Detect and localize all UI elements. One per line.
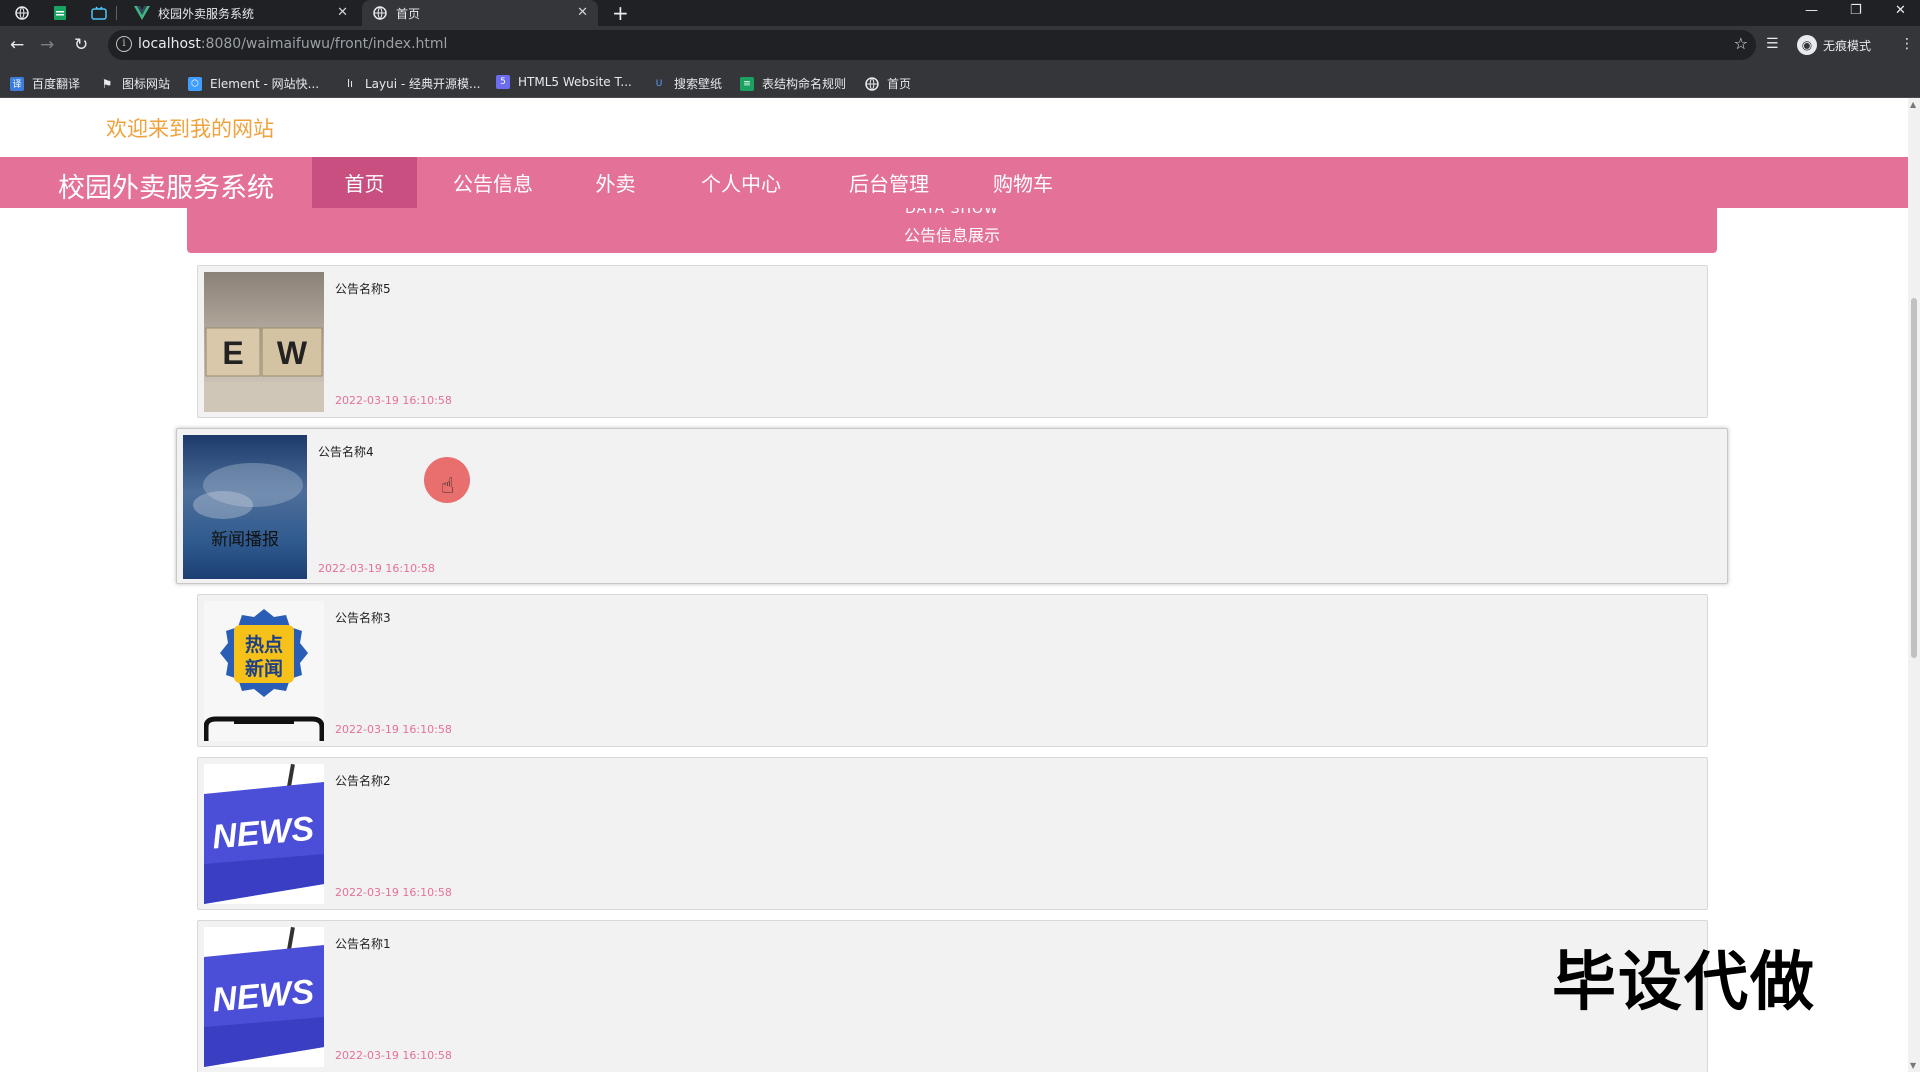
bookmark-icon-site[interactable]: ⚑ 图标网站 — [100, 75, 170, 92]
notice-title[interactable]: 公告名称3 — [335, 609, 391, 626]
back-arrow-icon[interactable]: ← — [10, 35, 24, 55]
globe-icon — [372, 5, 388, 21]
tab-title: 校园外卖服务系统 — [158, 6, 255, 21]
more-menu-icon[interactable]: ⋮ — [1900, 36, 1914, 52]
close-icon[interactable]: ✕ — [337, 5, 348, 20]
nav-cart[interactable]: 购物车 — [978, 157, 1068, 208]
bookmark-home[interactable]: 首页 — [865, 75, 911, 92]
new-tab-button[interactable]: + — [612, 1, 629, 25]
nav-takeout[interactable]: 外卖 — [573, 157, 658, 208]
translate-icon: 译 — [10, 76, 24, 91]
welcome-text: 欢迎来到我的网站 — [106, 117, 274, 141]
site-brand[interactable]: 校园外卖服务系统 — [58, 166, 274, 205]
nav-personal-center[interactable]: 个人中心 — [686, 157, 796, 208]
scrollbar-thumb[interactable] — [1911, 298, 1917, 658]
bookmark-label: HTML5 Website T... — [518, 75, 632, 89]
flag-icon: ⚑ — [101, 76, 113, 91]
section-title-cn: 公告信息展示 — [903, 226, 1000, 245]
bookmark-label: Element - 网站快... — [210, 77, 320, 91]
scroll-down-arrow-icon[interactable]: ▼ — [1910, 1061, 1916, 1070]
notice-title[interactable]: 公告名称1 — [335, 935, 391, 952]
incognito-label: 无痕模式 — [1823, 38, 1872, 53]
svg-text:新闻: 新闻 — [245, 657, 283, 680]
bookmark-label: 表结构命名规则 — [762, 77, 847, 91]
browser-address-bar: ← → ↻ i localhost:8080/waimaifuwu/front/… — [0, 26, 1920, 68]
main-navbar: 校园外卖服务系统 首页 公告信息 外卖 个人中心 后台管理 购物车 — [0, 157, 1908, 208]
forward-arrow-icon[interactable]: → — [40, 35, 54, 55]
bilibili-icon[interactable] — [90, 4, 108, 22]
window-close-icon[interactable]: ✕ — [1895, 0, 1906, 20]
bookmark-html5[interactable]: 5 HTML5 Website T... — [496, 75, 632, 89]
page-viewport: 欢迎来到我的网站 校园外卖服务系统 首页 公告信息 外卖 个人中心 后台管理 购… — [0, 98, 1908, 1072]
bookmark-wallpaper[interactable]: U 搜索壁纸 — [652, 75, 722, 92]
restore-icon[interactable]: ❐ — [1850, 0, 1862, 20]
hand-cursor-icon: ☝ — [441, 474, 455, 499]
minimize-icon[interactable]: — — [1805, 0, 1818, 20]
bookmark-baidu-translate[interactable]: 译 百度翻译 — [10, 75, 80, 92]
close-icon[interactable]: ✕ — [577, 5, 588, 20]
bookmark-layui[interactable]: lı Layui - 经典开源模... — [343, 75, 481, 92]
notice-date: 2022-03-19 16:10:58 — [335, 723, 452, 736]
bookmark-table-naming[interactable]: ≡ 表结构命名规则 — [740, 75, 846, 92]
element-icon: ⬡ — [188, 76, 202, 91]
vue-icon — [134, 5, 150, 21]
bookmarks-bar: 译 百度翻译 ⚑ 图标网站 ⬡ Element - 网站快... lı Layu… — [0, 68, 1920, 98]
bookmark-label: 百度翻译 — [32, 77, 81, 91]
notice-image: NEWS — [204, 927, 324, 1067]
tab-separator — [116, 6, 117, 20]
notice-card[interactable]: 新闻播报 公告名称4 2022-03-19 16:10:58 — [176, 428, 1728, 584]
notice-image: NEWS — [204, 764, 324, 904]
bookmark-label: 搜索壁纸 — [674, 77, 723, 91]
tab-title: 首页 — [396, 6, 421, 21]
incognito-indicator[interactable]: ◉ 无痕模式 — [1797, 35, 1871, 55]
nav-notices[interactable]: 公告信息 — [438, 157, 548, 208]
section-title-en: DATA SHOW — [905, 208, 999, 217]
svg-text:W: W — [277, 335, 308, 371]
wallpaper-icon: U — [655, 78, 663, 89]
notice-date: 2022-03-19 16:10:58 — [335, 1049, 452, 1062]
notice-image: E W — [204, 272, 324, 412]
notice-card[interactable]: NEWS 公告名称2 2022-03-19 16:10:58 — [197, 757, 1708, 910]
incognito-icon: ◉ — [1797, 35, 1817, 55]
notice-card[interactable]: NEWS 公告名称1 2022-03-19 16:10:58 — [197, 920, 1708, 1072]
bookmark-label: 图标网站 — [122, 77, 171, 91]
globe-icon — [865, 76, 879, 91]
notice-card[interactable]: E W 公告名称5 2022-03-19 16:10:58 — [197, 265, 1708, 418]
notice-date: 2022-03-19 16:10:58 — [318, 562, 435, 575]
sheet-icon: ≡ — [740, 76, 754, 91]
notice-image-text: 新闻播报 — [211, 530, 279, 550]
nav-admin[interactable]: 后台管理 — [834, 157, 944, 208]
html5-icon: 5 — [496, 75, 510, 89]
notice-title[interactable]: 公告名称4 — [318, 443, 374, 460]
notice-image: 新闻播报 — [183, 435, 307, 579]
page-scrollbar[interactable]: ▲ ▼ — [1908, 98, 1920, 1072]
notice-title[interactable]: 公告名称2 — [335, 772, 391, 789]
svg-text:热点: 热点 — [245, 633, 283, 656]
layui-icon: lı — [346, 77, 354, 90]
globe-icon[interactable] — [13, 4, 31, 22]
bookmark-element[interactable]: ⬡ Element - 网站快... — [188, 75, 319, 92]
svg-text:E: E — [222, 335, 243, 371]
url-text[interactable]: localhost:8080/waimaifuwu/front/index.ht… — [138, 36, 447, 52]
site-info-icon[interactable]: i — [116, 36, 132, 52]
bookmark-label: Layui - 经典开源模... — [365, 77, 481, 91]
tab-home[interactable]: 首页 ✕ — [362, 0, 598, 26]
watermark-text: 毕设代做 — [1552, 946, 1816, 1020]
notice-card[interactable]: 热点 新闻 公告名称3 2022-03-19 16:10:58 — [197, 594, 1708, 747]
section-header: DATA SHOW 公告信息展示 — [187, 208, 1717, 253]
browser-tab-bar: 校园外卖服务系统 ✕ 首页 ✕ + — ❐ ✕ — [0, 0, 1920, 26]
bookmark-label: 首页 — [887, 77, 912, 91]
reading-list-icon[interactable]: ☰ — [1766, 36, 1779, 52]
notice-title[interactable]: 公告名称5 — [335, 280, 391, 297]
reload-icon[interactable]: ↻ — [74, 35, 88, 55]
notice-date: 2022-03-19 16:10:58 — [335, 394, 452, 407]
tab-campus-system[interactable]: 校园外卖服务系统 ✕ — [124, 0, 358, 26]
notice-image: 热点 新闻 — [204, 601, 324, 741]
scroll-up-arrow-icon[interactable]: ▲ — [1910, 100, 1916, 109]
sheet-icon[interactable] — [51, 4, 69, 22]
notice-date: 2022-03-19 16:10:58 — [335, 886, 452, 899]
bookmark-star-icon[interactable]: ☆ — [1734, 34, 1748, 53]
nav-home[interactable]: 首页 — [312, 157, 417, 208]
omnibox[interactable]: i localhost:8080/waimaifuwu/front/index.… — [108, 30, 1756, 60]
